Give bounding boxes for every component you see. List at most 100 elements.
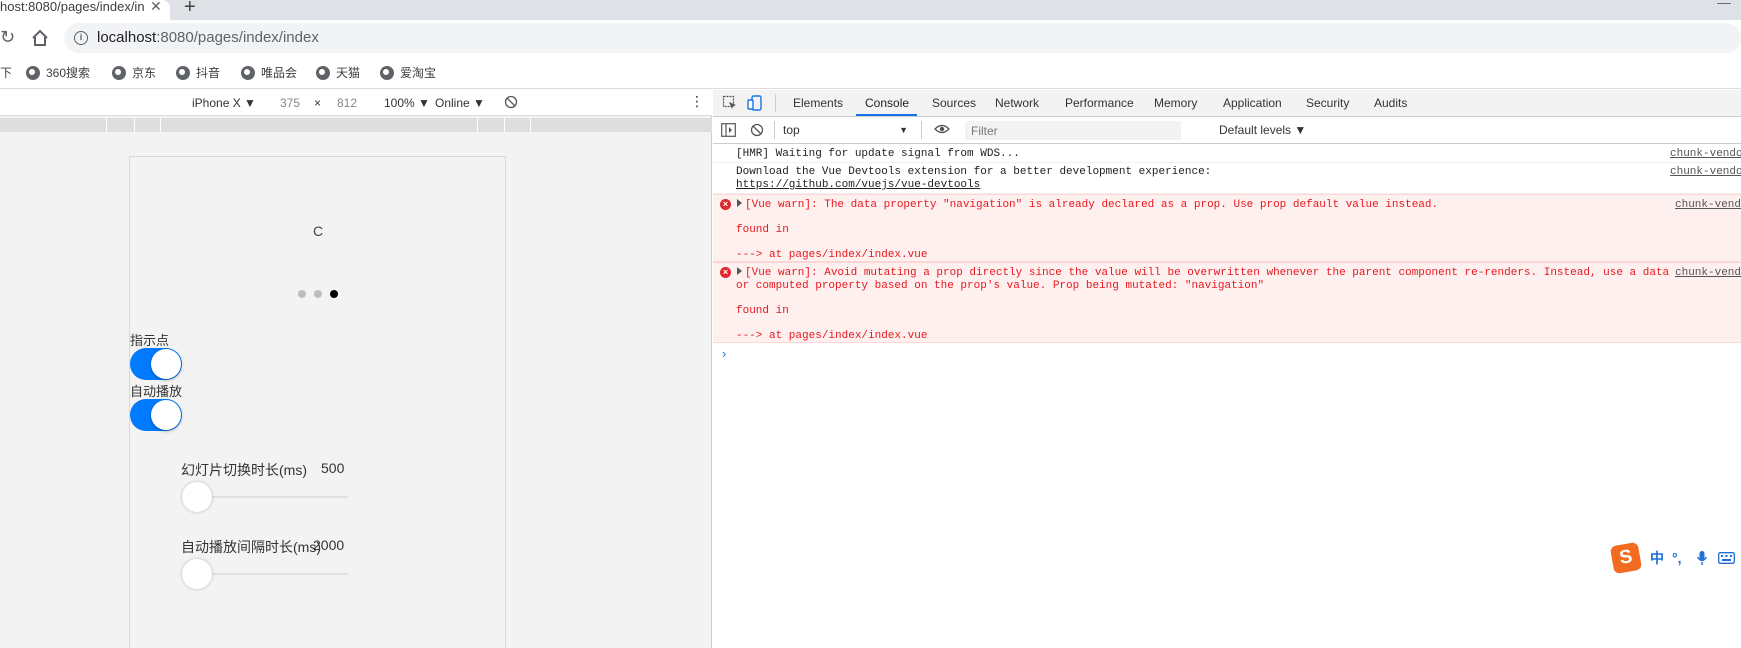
expand-triangle-icon[interactable] — [737, 199, 742, 207]
autoplay-switch[interactable] — [130, 399, 182, 431]
url-path: :8080/pages/index/index — [156, 29, 319, 46]
tab-security[interactable]: Security — [1306, 96, 1349, 110]
bookmark-label: 爱淘宝 — [400, 66, 437, 80]
source-link[interactable]: chunk-vend — [1675, 199, 1741, 212]
vue-devtools-link[interactable]: https://github.com/vuejs/vue-devtools — [736, 179, 980, 192]
sogou-logo-icon[interactable]: S — [1609, 541, 1643, 575]
console-prompt[interactable]: › — [722, 346, 726, 361]
swiper-dot[interactable] — [314, 290, 322, 298]
console-message-error: × [Vue warn]: Avoid mutating a prop dire… — [713, 262, 1741, 343]
log-text: [HMR] Waiting for update signal from WDS… — [736, 148, 1020, 160]
media-query-ruler[interactable] — [0, 118, 712, 132]
bookmark-label: 京东 — [132, 66, 157, 80]
info-icon[interactable]: i — [74, 31, 88, 45]
bookmark-tmall[interactable]: 天猫 — [316, 65, 360, 81]
tab-memory[interactable]: Memory — [1154, 96, 1197, 110]
zoom-select[interactable]: 100% ▼ — [384, 96, 430, 110]
toolbar-divider — [921, 121, 922, 139]
inspect-element-icon[interactable] — [722, 95, 738, 111]
url-host: localhost — [97, 29, 157, 46]
globe-icon — [380, 66, 394, 80]
toolbar-divider — [774, 121, 775, 139]
swiper-dot[interactable] — [298, 290, 306, 298]
globe-icon — [176, 66, 190, 80]
height-input[interactable]: 812 — [337, 96, 357, 110]
bookmark-douyin[interactable]: 抖音 — [176, 65, 220, 81]
bookmark-vip[interactable]: 唯品会 — [241, 65, 297, 81]
source-link[interactable]: chunk-vend — [1675, 267, 1741, 280]
globe-icon — [26, 66, 40, 80]
devtools-tabbar: Elements Console Sources Network Perform… — [713, 90, 1741, 117]
log-levels-select[interactable]: Default levels ▼ — [1219, 123, 1306, 137]
reload-icon[interactable]: ↻ — [0, 27, 15, 47]
error-text[interactable]: [Vue warn]: Avoid mutating a prop direct… — [737, 267, 1669, 280]
console-message-log: [HMR] Waiting for update signal from WDS… — [713, 145, 1741, 163]
tab-performance[interactable]: Performance — [1065, 96, 1134, 110]
phone-viewport: C 指示点 自动播放 幻灯片切换时长(ms) 500 自动播放间隔时长(ms) … — [129, 156, 506, 648]
window-minimize-icon[interactable]: — — [1717, 0, 1731, 10]
error-found-in: found in — [736, 305, 789, 317]
expand-triangle-icon[interactable] — [737, 267, 742, 275]
bookmark-label: 天猫 — [336, 66, 361, 80]
interval-value: 2000 — [313, 537, 345, 553]
url-text[interactable]: localhost:8080/pages/index/index — [97, 29, 319, 47]
bookmark-360[interactable]: 360搜索 — [26, 65, 90, 81]
error-text[interactable]: [Vue warn]: The data property "navigatio… — [737, 199, 1438, 212]
ime-chinese-mode[interactable]: 中 — [1650, 549, 1664, 567]
tab-strip: host:8080/pages/index/in ✕ + — — [0, 0, 1741, 20]
context-value: top — [783, 123, 800, 137]
keyboard-icon[interactable] — [1718, 552, 1735, 564]
address-bar[interactable]: i localhost:8080/pages/index/index — [64, 23, 1741, 53]
console-message-log: Download the Vue Devtools extension for … — [713, 163, 1741, 194]
interval-slider-track[interactable] — [198, 573, 348, 575]
error-icon: × — [720, 267, 731, 278]
device-toggle-icon[interactable] — [747, 95, 763, 111]
tab-elements[interactable]: Elements — [793, 96, 843, 110]
switch-knob — [151, 400, 181, 430]
bookmark-aitaobao[interactable]: 爱淘宝 — [380, 65, 436, 81]
console-toolbar: top ▼ Default levels ▼ — [713, 117, 1741, 144]
source-link[interactable]: chunk-vendo — [1670, 148, 1741, 161]
tab-audits[interactable]: Audits — [1374, 96, 1407, 110]
swiper-dot-active[interactable] — [330, 290, 338, 298]
eye-icon[interactable] — [934, 124, 950, 134]
bookmark-jd[interactable]: 京东 — [112, 65, 156, 81]
tab-console[interactable]: Console — [865, 96, 909, 110]
context-select[interactable]: top ▼ — [783, 123, 908, 137]
rotate-icon[interactable] — [504, 95, 518, 109]
error-message: [Vue warn]: The data property "navigatio… — [745, 199, 1439, 211]
device-select[interactable]: iPhone X ▼ — [192, 96, 256, 110]
bookmark-partial[interactable]: 下 — [0, 65, 12, 81]
network-select[interactable]: Online ▼ — [435, 96, 485, 110]
error-found-in: found in — [736, 224, 789, 236]
new-tab-button[interactable]: + — [184, 0, 196, 17]
tab-close-icon[interactable]: ✕ — [150, 0, 162, 13]
active-tab-underline — [856, 114, 917, 116]
duration-slider-thumb[interactable] — [182, 482, 212, 512]
sidebar-toggle-icon[interactable] — [721, 123, 736, 137]
device-toolbar: iPhone X ▼ 375 × 812 100% ▼ Online ▼ ⋮ — [0, 90, 712, 116]
microphone-icon[interactable] — [1696, 550, 1708, 566]
source-link[interactable]: chunk-vendo — [1670, 166, 1741, 179]
more-options-icon[interactable]: ⋮ — [690, 94, 704, 108]
globe-icon — [241, 66, 255, 80]
duration-label: 幻灯片切换时长(ms) — [181, 462, 307, 478]
width-input[interactable]: 375 — [280, 96, 300, 110]
interval-slider-thumb[interactable] — [182, 559, 212, 589]
tab-sources[interactable]: Sources — [932, 96, 976, 110]
browser-tab[interactable]: host:8080/pages/index/in ✕ — [0, 0, 170, 20]
interval-label: 自动播放间隔时长(ms) — [181, 539, 321, 555]
tab-application[interactable]: Application — [1223, 96, 1282, 110]
indicator-switch[interactable] — [130, 348, 182, 380]
tab-title: host:8080/pages/index/in — [0, 0, 145, 14]
ime-punctuation-icon[interactable]: °, — [1672, 549, 1682, 567]
tab-network[interactable]: Network — [995, 96, 1039, 110]
clear-console-icon[interactable] — [750, 123, 764, 137]
globe-icon — [112, 66, 126, 80]
swiper-slide-text[interactable]: C — [313, 223, 323, 239]
autoplay-label: 自动播放 — [130, 384, 183, 399]
duration-slider-track[interactable] — [198, 496, 348, 498]
device-emulation-pane: iPhone X ▼ 375 × 812 100% ▼ Online ▼ ⋮ C… — [0, 90, 712, 648]
filter-input[interactable] — [965, 121, 1181, 140]
home-icon[interactable] — [30, 28, 50, 48]
